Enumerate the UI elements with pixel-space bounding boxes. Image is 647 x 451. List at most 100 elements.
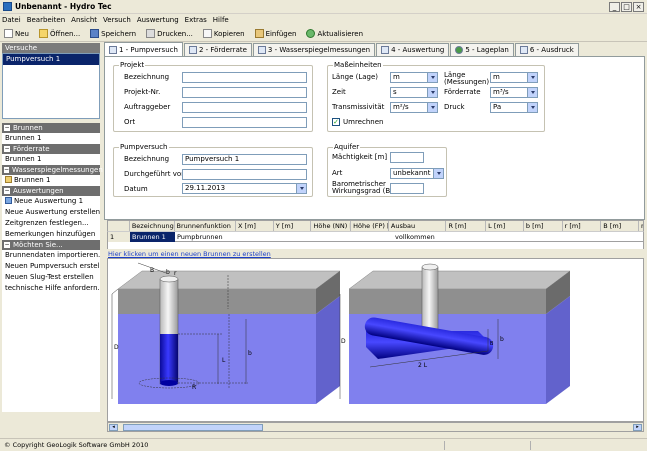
section-foerderrate[interactable]: − Förderrate: [2, 144, 100, 154]
laenge-lage-select[interactable]: m: [390, 72, 438, 83]
laenge-messungen-select[interactable]: m: [490, 72, 538, 83]
close-button[interactable]: ×: [633, 2, 644, 12]
tab-label: 5 - Lageplan: [465, 46, 509, 54]
new-button[interactable]: Neu: [4, 29, 29, 38]
tab-ausdruck[interactable]: 6 - Ausdruck: [514, 43, 579, 56]
zeit-select[interactable]: s: [390, 87, 438, 98]
table-row[interactable]: 1 Brunnen 1 Pumpbrunnen vollkommen: [107, 231, 644, 242]
copy-icon: [202, 29, 212, 38]
foerderrate-item[interactable]: Brunnen 1: [2, 154, 100, 165]
dropdown-arrow-icon: [531, 106, 535, 109]
transmissivitaet-select[interactable]: m²/s: [390, 102, 438, 113]
app-icon: [3, 2, 12, 11]
help-link[interactable]: technische Hilfe anfordern...: [2, 283, 100, 294]
dropdown-arrow-icon: [531, 91, 535, 94]
druck-label: Druck: [444, 103, 465, 111]
tab-auswertung[interactable]: 4 - Auswertung: [376, 43, 450, 56]
tab-lageplan[interactable]: 5 - Lageplan: [450, 43, 514, 56]
auftraggeber-input[interactable]: [182, 102, 307, 113]
menu-bar: Datei Bearbeiten Ansicht Versuch Auswert…: [0, 14, 647, 26]
new-pumpversuch-link[interactable]: Neuen Pumpversuch erstellen: [2, 261, 100, 272]
art-select[interactable]: unbekannt: [390, 168, 444, 179]
versuche-list[interactable]: Pumpversuch 1: [2, 53, 100, 119]
select-value: m²/s: [393, 103, 409, 111]
cell-y[interactable]: [275, 232, 313, 242]
projekt-bezeichnung-input[interactable]: [182, 72, 307, 83]
dropdown-arrow-icon: [300, 187, 304, 190]
menu-versuch[interactable]: Versuch: [103, 16, 131, 24]
item-label: Neue Auswertung 1: [14, 197, 84, 205]
open-button[interactable]: Öffnen...: [38, 29, 80, 38]
save-button[interactable]: Speichern: [90, 29, 136, 38]
select-value: unbekannt: [393, 169, 431, 177]
copy-button[interactable]: Kopieren: [202, 29, 245, 38]
section-title: Förderrate: [13, 145, 50, 153]
cell-x[interactable]: [237, 232, 275, 242]
pumpversuch-bezeichnung-input[interactable]: Pumpversuch 1: [182, 154, 307, 165]
group-title: Pumpversuch: [119, 143, 169, 151]
collapse-icon: −: [4, 241, 10, 248]
scroll-right-arrow-icon[interactable]: ▸: [633, 424, 642, 431]
horizontal-scrollbar[interactable]: ◂ ▸: [107, 422, 644, 432]
versuch-item[interactable]: Pumpversuch 1: [3, 54, 99, 65]
add-brunnen-link[interactable]: Hier klicken um einen neuen Brunnen zu e…: [108, 250, 271, 258]
section-moechten-sie[interactable]: − Möchten Sie...: [2, 240, 100, 250]
durchgefuehrt-input[interactable]: [182, 169, 307, 180]
cell-ausbau[interactable]: vollkommen: [391, 232, 489, 242]
bemerkungen-link[interactable]: Bemerkungen hinzufügen: [2, 229, 100, 240]
print-button[interactable]: Drucken...: [146, 29, 193, 38]
minimize-button[interactable]: _: [609, 2, 620, 12]
tab-foerderrate[interactable]: 2 - Förderrate: [183, 43, 252, 56]
menu-extras[interactable]: Extras: [185, 16, 207, 24]
cell-brunnenfunktion[interactable]: Pumpbrunnen: [175, 232, 237, 242]
menu-ansicht[interactable]: Ansicht: [71, 16, 97, 24]
cell-hoehe-fp[interactable]: [353, 232, 391, 242]
new-slugtest-link[interactable]: Neuen Slug-Test erstellen: [2, 272, 100, 283]
menu-hilfe[interactable]: Hilfe: [213, 16, 229, 24]
cell-B[interactable]: [605, 232, 643, 242]
brunnen-item[interactable]: Brunnen 1: [2, 133, 100, 144]
group-title: Maßeinheiten: [333, 61, 383, 69]
cell-l[interactable]: [489, 232, 527, 242]
section-wasserspiegel[interactable]: − Wasserspiegelmessungen: [2, 165, 103, 175]
import-link[interactable]: Brunnendaten importieren...: [2, 250, 100, 261]
datum-picker[interactable]: 29.11.2013: [182, 183, 307, 194]
zeitgrenzen-link[interactable]: Zeitgrenzen festlegen...: [2, 218, 100, 229]
druck-select[interactable]: Pa: [490, 102, 538, 113]
cell-hoehe-nn[interactable]: [313, 232, 353, 242]
auswertung-item[interactable]: Neue Auswertung 1: [2, 196, 100, 207]
menu-datei[interactable]: Datei: [2, 16, 21, 24]
auswertung-erstellen-link[interactable]: Neue Auswertung erstellen: [2, 207, 100, 218]
projekt-nr-input[interactable]: [182, 87, 307, 98]
scroll-thumb[interactable]: [123, 424, 263, 431]
bezeichnung-label: Bezeichnung: [124, 155, 170, 163]
ort-input[interactable]: [182, 117, 307, 128]
laenge-lage-label: Länge (Lage): [332, 73, 379, 81]
collapse-icon: −: [4, 145, 10, 152]
bezeichnung-label: Bezeichnung: [124, 73, 170, 81]
dropdown-arrow-icon: [437, 172, 441, 175]
analysis-icon: [381, 46, 390, 54]
refresh-button[interactable]: Aktualisieren: [306, 29, 363, 38]
section-brunnen[interactable]: − Brunnen: [2, 123, 100, 133]
label-b-right: b: [500, 336, 504, 343]
new-file-icon: [4, 29, 13, 38]
laenge-messungen-label: Länge (Messungen): [444, 71, 490, 86]
scroll-left-arrow-icon[interactable]: ◂: [109, 424, 118, 431]
section-auswertungen[interactable]: − Auswertungen: [2, 186, 100, 196]
maechtigkeit-input[interactable]: [390, 152, 424, 163]
menu-bearbeiten[interactable]: Bearbeiten: [27, 16, 65, 24]
copyright-text: © Copyright GeoLogik Software GmbH 2010: [4, 441, 149, 449]
cell-b[interactable]: [527, 232, 566, 242]
maximize-button[interactable]: □: [621, 2, 632, 12]
cell-r[interactable]: [566, 232, 605, 242]
tab-wasserspiegel[interactable]: 3 - Wasserspiegelmessungen: [252, 43, 376, 56]
menu-auswertung[interactable]: Auswertung: [137, 16, 179, 24]
cell-bezeichnung[interactable]: Brunnen 1: [130, 232, 175, 242]
wasserspiegel-item[interactable]: Brunnen 1: [2, 175, 100, 186]
foerderrate-select[interactable]: m³/s: [490, 87, 538, 98]
umrechnen-checkbox[interactable]: ✓: [332, 118, 340, 126]
wirkungsgrad-input[interactable]: [390, 183, 424, 194]
tab-pumpversuch[interactable]: 1 - Pumpversuch: [104, 42, 183, 56]
paste-button[interactable]: Einfügen: [254, 29, 296, 38]
